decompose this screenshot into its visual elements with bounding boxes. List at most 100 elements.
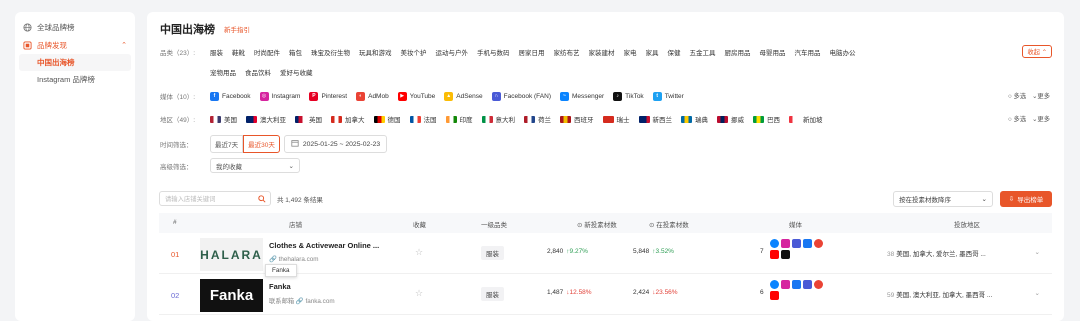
category-chip[interactable]: 家装建材 [589,47,615,57]
category-chip[interactable]: 美妆个护 [401,47,427,57]
media-chip[interactable]: ◐ AdMob [356,91,389,101]
region-chip[interactable]: 新西兰 [638,114,672,124]
region-chip[interactable]: 挪威 [717,114,744,124]
category-badge: 服装 [481,287,504,301]
export-button[interactable]: ⇩ 导出榜单 [1000,191,1052,207]
category-chip[interactable]: 珠宝及衍生物 [311,47,350,57]
chip-label: 美国 [224,117,237,124]
multi-select-toggle[interactable]: ○ 多选 [1008,91,1026,100]
chip-label: YouTube [409,92,436,100]
store-domain[interactable]: 🔗 thehalara.com [269,255,319,263]
adsense-icon: ▲ [444,91,454,101]
category-chip[interactable]: 宠物用品 [210,67,236,77]
media-chip[interactable]: ▲ AdSense [444,91,483,101]
category-chip[interactable]: 居家日用 [519,47,545,57]
media-chip[interactable]: ~ Messenger [559,91,604,101]
table-row[interactable]: 02 Fanka Fanka 联系邮箱 🔗 fanka.com ☆ 服装 1,4… [159,275,1052,315]
region-chip[interactable]: 印度 [445,114,473,124]
region-chip[interactable]: 法国 [409,114,437,124]
media-icons [770,280,825,300]
category-chip[interactable]: 玩具和游戏 [359,47,392,57]
collapse-button[interactable]: 收起 ⌃ [1022,45,1052,58]
region-chip[interactable]: 新加坡 [789,114,823,124]
sidebar-item-global[interactable]: 全球品牌榜 [15,18,135,36]
category-chip[interactable]: 电脑办公 [830,47,856,57]
region-chip[interactable]: 巴西 [753,114,780,124]
favorites-select[interactable]: 我的收藏 ⌄ [210,158,300,173]
brand-icon [23,40,32,50]
chevron-down-icon[interactable]: ⌄ [1035,248,1040,256]
store-domain[interactable]: 联系邮箱 🔗 fanka.com [269,296,335,305]
region-chip[interactable]: 加拿大 [331,114,365,124]
guide-link[interactable]: 新手指引 [224,24,250,34]
instagram-icon [781,239,790,248]
col-active-creatives[interactable]: ⊙ 在投素材数 [649,219,689,229]
sidebar-item-china-overseas[interactable]: 中国出海榜 [19,54,131,71]
category-chip[interactable]: 手机与数码 [477,47,510,57]
region-chip[interactable]: 西班牙 [560,114,594,124]
date-range-picker[interactable]: 2025-01-25 ~ 2025-02-23 [283,135,388,153]
category-chip[interactable]: 爱好与收藏 [280,67,313,77]
category-badge: 服装 [481,246,504,260]
multi-select-toggle[interactable]: ○ 多选 [1008,114,1026,123]
region-chip[interactable]: 英国 [295,114,322,124]
media-chip[interactable]: ♪ TikTok [613,91,644,101]
region-chip[interactable]: 德国 [373,114,401,124]
store-name[interactable]: Fanka [269,282,291,291]
time-7-days-button[interactable]: 最近7天 [210,135,244,153]
facebook-fan-icon: ∩ [491,91,501,101]
sidebar-item-instagram[interactable]: Instagram 品牌榜 [19,71,131,88]
instagram-icon: ◎ [259,91,269,101]
category-chip[interactable]: 母婴用品 [760,47,786,57]
chip-label: 巴西 [767,117,780,124]
sidebar-group-brand[interactable]: 品牌发现 ⌃ [15,36,135,54]
region-chip[interactable]: 瑞士 [602,114,630,124]
col-new-creatives[interactable]: ⊙ 新投素材数 [577,219,617,229]
media-chip[interactable]: f Facebook [210,91,251,101]
category-chip[interactable]: 五金工具 [690,47,716,57]
category-chip[interactable]: 家纺布艺 [554,47,580,57]
category-chip[interactable]: 箱包 [289,47,302,57]
chevron-down-icon[interactable]: ⌄ [1035,289,1040,297]
store-logo[interactable]: Fanka [200,279,263,312]
flag-icon [638,115,650,123]
sort-select[interactable]: 按在投素材数降序 ⌄ [893,191,993,207]
chip-label: 宠物用品 [210,70,236,77]
category-chip[interactable]: 家具 [646,47,659,57]
region-chip[interactable]: 瑞典 [681,114,708,124]
category-chip[interactable]: 保健 [668,47,681,57]
facebook-icon [803,239,812,248]
more-toggle[interactable]: ⌄更多 [1032,114,1050,123]
time-30-days-button[interactable]: 最近30天 [243,135,280,153]
chip-label: 家纺布艺 [553,50,580,57]
store-name[interactable]: Clothes & Activewear Online ... [269,241,379,250]
region-chip[interactable]: 意大利 [481,114,515,124]
category-chip[interactable]: 厨房用品 [725,47,751,57]
media-chip[interactable]: ▶ YouTube [397,91,436,101]
media-chip[interactable]: ◎ Instagram [259,91,300,101]
region-chip[interactable]: 荷兰 [524,114,551,124]
region-chip[interactable]: 美国 [210,114,237,124]
media-chip[interactable]: t Twitter [652,91,684,101]
category-chip[interactable]: 食品饮料 [245,67,271,77]
region-chip[interactable]: 澳大利亚 [246,114,286,124]
flag-icon [246,115,257,123]
category-chip[interactable]: 时尚配件 [254,47,280,57]
category-chip[interactable]: 汽车用品 [795,47,821,57]
media-chip[interactable]: ∩ Facebook (FAN) [491,91,551,101]
favorite-star-icon[interactable]: ☆ [415,288,423,299]
tiktok-icon [781,250,790,259]
youtube-icon [770,291,779,300]
active-creatives: 2,424 ↓23.56% [633,289,678,296]
chip-label: 珠宝及衍生物 [311,50,350,57]
category-chip[interactable]: 鞋靴 [232,47,245,57]
search-icon[interactable] [258,195,266,205]
category-chip[interactable]: 运动与户外 [436,47,469,57]
search-input[interactable]: 请输入店铺关键词 [159,191,271,206]
favorite-star-icon[interactable]: ☆ [415,247,423,258]
more-toggle[interactable]: ⌄更多 [1032,91,1050,100]
category-chip[interactable]: 家电 [624,47,637,57]
store-logo[interactable]: HALARA [200,238,263,271]
category-chip[interactable]: 服装 [210,47,223,57]
media-chip[interactable]: P Pinterest [309,91,347,101]
